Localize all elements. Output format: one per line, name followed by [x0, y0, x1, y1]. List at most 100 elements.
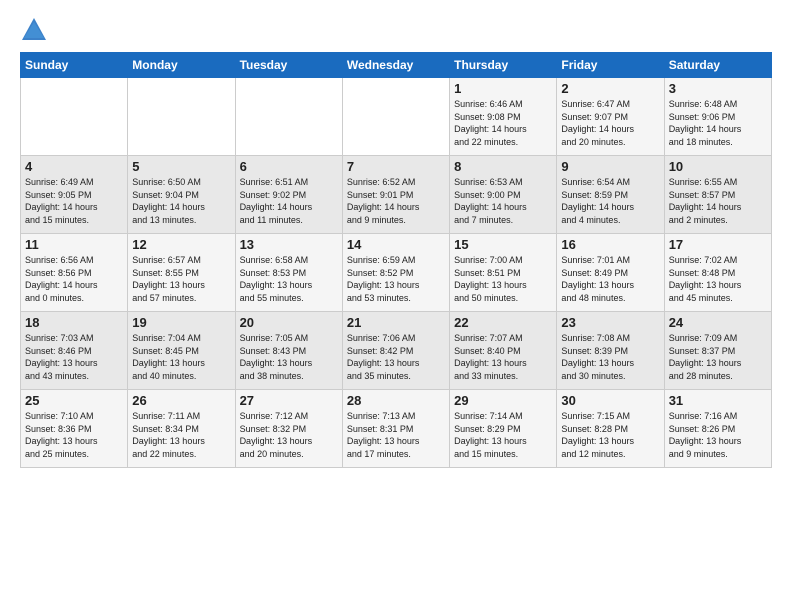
day-cell: 15Sunrise: 7:00 AM Sunset: 8:51 PM Dayli…: [450, 234, 557, 312]
day-cell: 5 Sunrise: 6:50 AM Sunset: 9:04 PM Daylig…: [128, 156, 235, 234]
day-number: 14: [347, 237, 445, 252]
day-cell: 22 Sunrise: 7:07 AM Sunset: 8:40 PM Dayli…: [450, 312, 557, 390]
day-number: 9: [561, 159, 659, 174]
day-cell: 11Sunrise: 6:56 AM Sunset: 8:56 PM Dayli…: [21, 234, 128, 312]
day-cell: 25 Sunrise: 7:10 AM Sunset: 8:36 PM Dayli…: [21, 390, 128, 468]
day-cell: 3 Sunrise: 6:48 AM Sunset: 9:06 PM Daylig…: [664, 78, 771, 156]
day-cell: 8 Sunrise: 6:53 AM Sunset: 9:00 PM Daylig…: [450, 156, 557, 234]
day-info: Sunrise: 7:04 AM Sunset: 8:45 PM Dayligh…: [132, 332, 230, 382]
day-number: 8: [454, 159, 552, 174]
day-info: Sunrise: 7:08 AM Sunset: 8:39 PM Dayligh…: [561, 332, 659, 382]
day-number: 22: [454, 315, 552, 330]
day-number: 27: [240, 393, 338, 408]
page: SundayMondayTuesdayWednesdayThursdayFrid…: [0, 0, 792, 478]
day-cell: 6 Sunrise: 6:51 AM Sunset: 9:02 PM Daylig…: [235, 156, 342, 234]
day-number: 24: [669, 315, 767, 330]
day-number: 3: [669, 81, 767, 96]
day-number: 20: [240, 315, 338, 330]
day-info: Sunrise: 6:50 AM Sunset: 9:04 PM Dayligh…: [132, 176, 230, 226]
day-cell: 13 Sunrise: 6:58 AM Sunset: 8:53 PM Dayli…: [235, 234, 342, 312]
day-cell: 14 Sunrise: 6:59 AM Sunset: 8:52 PM Dayli…: [342, 234, 449, 312]
col-header-thursday: Thursday: [450, 53, 557, 78]
day-number: 6: [240, 159, 338, 174]
day-info: Sunrise: 7:15 AM Sunset: 8:28 PM Dayligh…: [561, 410, 659, 460]
day-info: Sunrise: 7:09 AM Sunset: 8:37 PM Dayligh…: [669, 332, 767, 382]
header-row: SundayMondayTuesdayWednesdayThursdayFrid…: [21, 53, 772, 78]
day-cell: [235, 78, 342, 156]
week-row-1: 1 Sunrise: 6:46 AM Sunset: 9:08 PM Daylig…: [21, 78, 772, 156]
day-cell: 1 Sunrise: 6:46 AM Sunset: 9:08 PM Daylig…: [450, 78, 557, 156]
day-info: Sunrise: 7:01 AM Sunset: 8:49 PM Dayligh…: [561, 254, 659, 304]
day-cell: 28Sunrise: 7:13 AM Sunset: 8:31 PM Dayli…: [342, 390, 449, 468]
day-cell: 17Sunrise: 7:02 AM Sunset: 8:48 PM Dayli…: [664, 234, 771, 312]
day-number: 10: [669, 159, 767, 174]
day-cell: 20 Sunrise: 7:05 AM Sunset: 8:43 PM Dayli…: [235, 312, 342, 390]
day-number: 21: [347, 315, 445, 330]
day-cell: 19 Sunrise: 7:04 AM Sunset: 8:45 PM Dayli…: [128, 312, 235, 390]
day-cell: 2 Sunrise: 6:47 AM Sunset: 9:07 PM Daylig…: [557, 78, 664, 156]
day-cell: 4Sunrise: 6:49 AM Sunset: 9:05 PM Daylig…: [21, 156, 128, 234]
day-info: Sunrise: 6:55 AM Sunset: 8:57 PM Dayligh…: [669, 176, 767, 226]
day-info: Sunrise: 7:06 AM Sunset: 8:42 PM Dayligh…: [347, 332, 445, 382]
day-cell: [21, 78, 128, 156]
day-info: Sunrise: 6:58 AM Sunset: 8:53 PM Dayligh…: [240, 254, 338, 304]
day-info: Sunrise: 7:12 AM Sunset: 8:32 PM Dayligh…: [240, 410, 338, 460]
day-number: 13: [240, 237, 338, 252]
day-info: Sunrise: 6:47 AM Sunset: 9:07 PM Dayligh…: [561, 98, 659, 148]
col-header-tuesday: Tuesday: [235, 53, 342, 78]
day-number: 25: [25, 393, 123, 408]
col-header-wednesday: Wednesday: [342, 53, 449, 78]
day-number: 29: [454, 393, 552, 408]
day-info: Sunrise: 6:51 AM Sunset: 9:02 PM Dayligh…: [240, 176, 338, 226]
day-cell: 23 Sunrise: 7:08 AM Sunset: 8:39 PM Dayli…: [557, 312, 664, 390]
day-number: 16: [561, 237, 659, 252]
calendar-table: SundayMondayTuesdayWednesdayThursdayFrid…: [20, 52, 772, 468]
week-row-5: 25 Sunrise: 7:10 AM Sunset: 8:36 PM Dayli…: [21, 390, 772, 468]
day-cell: [342, 78, 449, 156]
day-info: Sunrise: 6:59 AM Sunset: 8:52 PM Dayligh…: [347, 254, 445, 304]
day-cell: 24 Sunrise: 7:09 AM Sunset: 8:37 PM Dayli…: [664, 312, 771, 390]
day-info: Sunrise: 7:14 AM Sunset: 8:29 PM Dayligh…: [454, 410, 552, 460]
day-info: Sunrise: 6:53 AM Sunset: 9:00 PM Dayligh…: [454, 176, 552, 226]
day-cell: 12Sunrise: 6:57 AM Sunset: 8:55 PM Dayli…: [128, 234, 235, 312]
day-cell: 31 Sunrise: 7:16 AM Sunset: 8:26 PM Dayli…: [664, 390, 771, 468]
day-number: 31: [669, 393, 767, 408]
logo-icon: [20, 16, 48, 44]
day-number: 11: [25, 237, 123, 252]
day-cell: 27 Sunrise: 7:12 AM Sunset: 8:32 PM Dayli…: [235, 390, 342, 468]
day-cell: 21 Sunrise: 7:06 AM Sunset: 8:42 PM Dayli…: [342, 312, 449, 390]
col-header-sunday: Sunday: [21, 53, 128, 78]
day-number: 23: [561, 315, 659, 330]
week-row-4: 18Sunrise: 7:03 AM Sunset: 8:46 PM Dayli…: [21, 312, 772, 390]
day-info: Sunrise: 6:46 AM Sunset: 9:08 PM Dayligh…: [454, 98, 552, 148]
day-number: 5: [132, 159, 230, 174]
day-info: Sunrise: 6:52 AM Sunset: 9:01 PM Dayligh…: [347, 176, 445, 226]
day-info: Sunrise: 6:54 AM Sunset: 8:59 PM Dayligh…: [561, 176, 659, 226]
day-number: 4: [25, 159, 123, 174]
day-info: Sunrise: 6:48 AM Sunset: 9:06 PM Dayligh…: [669, 98, 767, 148]
day-number: 7: [347, 159, 445, 174]
day-number: 19: [132, 315, 230, 330]
day-number: 2: [561, 81, 659, 96]
day-info: Sunrise: 7:11 AM Sunset: 8:34 PM Dayligh…: [132, 410, 230, 460]
day-cell: 18Sunrise: 7:03 AM Sunset: 8:46 PM Dayli…: [21, 312, 128, 390]
day-number: 28: [347, 393, 445, 408]
day-info: Sunrise: 7:00 AM Sunset: 8:51 PM Dayligh…: [454, 254, 552, 304]
header: [20, 16, 772, 44]
day-info: Sunrise: 7:16 AM Sunset: 8:26 PM Dayligh…: [669, 410, 767, 460]
day-cell: 9 Sunrise: 6:54 AM Sunset: 8:59 PM Daylig…: [557, 156, 664, 234]
day-number: 1: [454, 81, 552, 96]
day-number: 18: [25, 315, 123, 330]
day-cell: 30Sunrise: 7:15 AM Sunset: 8:28 PM Dayli…: [557, 390, 664, 468]
day-cell: 26Sunrise: 7:11 AM Sunset: 8:34 PM Dayli…: [128, 390, 235, 468]
day-number: 17: [669, 237, 767, 252]
day-info: Sunrise: 7:07 AM Sunset: 8:40 PM Dayligh…: [454, 332, 552, 382]
day-cell: 29 Sunrise: 7:14 AM Sunset: 8:29 PM Dayli…: [450, 390, 557, 468]
week-row-3: 11Sunrise: 6:56 AM Sunset: 8:56 PM Dayli…: [21, 234, 772, 312]
week-row-2: 4Sunrise: 6:49 AM Sunset: 9:05 PM Daylig…: [21, 156, 772, 234]
logo: [20, 16, 52, 44]
day-number: 12: [132, 237, 230, 252]
day-info: Sunrise: 7:10 AM Sunset: 8:36 PM Dayligh…: [25, 410, 123, 460]
day-info: Sunrise: 7:05 AM Sunset: 8:43 PM Dayligh…: [240, 332, 338, 382]
day-cell: 10 Sunrise: 6:55 AM Sunset: 8:57 PM Dayli…: [664, 156, 771, 234]
